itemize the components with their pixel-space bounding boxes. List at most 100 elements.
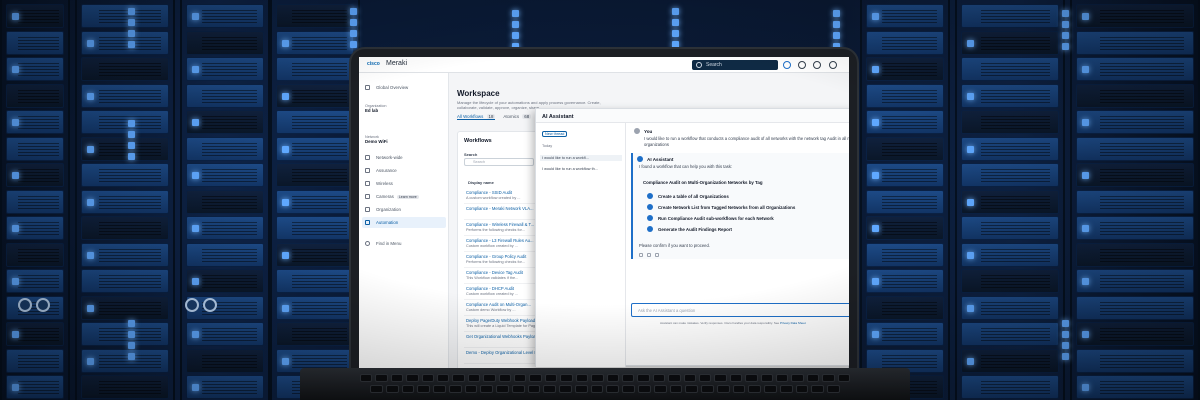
- sidebar-item-network-wide[interactable]: Network-wide: [365, 155, 403, 160]
- workflow-name[interactable]: Compliance - SSID Audit: [466, 190, 512, 195]
- rack-unit: [1076, 110, 1194, 134]
- status-led: [672, 19, 679, 26]
- bell-icon[interactable]: [813, 61, 821, 69]
- keyboard-key: [795, 385, 809, 393]
- rack-vent: [1100, 141, 1184, 156]
- keyboard-key: [483, 374, 496, 382]
- rack-vent: [882, 194, 937, 209]
- sidebar-item-organization[interactable]: Organization: [365, 207, 401, 212]
- server-rack: [180, 0, 270, 400]
- author-name: You: [644, 128, 653, 134]
- rack-vent: [882, 9, 937, 23]
- find-in-menu[interactable]: Find in Menu: [365, 241, 401, 246]
- rack-vent: [292, 115, 347, 129]
- rack-unit: [1076, 348, 1194, 373]
- workflow-name[interactable]: Compliance - L3 Firewall Rules Au...: [466, 238, 534, 243]
- status-led: [282, 39, 289, 47]
- rack-vent: [882, 115, 937, 129]
- status-led: [12, 119, 19, 126]
- status-led: [128, 353, 135, 360]
- rack-unit: [961, 110, 1059, 134]
- help-icon[interactable]: [829, 61, 837, 69]
- status-led: [12, 278, 19, 285]
- workflow-name[interactable]: Compliance - Meraki Network VLA...: [466, 206, 534, 211]
- tab-atomics[interactable]: Atomics 68: [503, 114, 532, 120]
- keyboard-key: [543, 385, 557, 393]
- status-led: [12, 66, 19, 73]
- rack-vent: [882, 168, 937, 182]
- rack-unit: [81, 136, 169, 161]
- rack-unit: [866, 242, 944, 267]
- status-led: [1082, 331, 1089, 338]
- thread-item[interactable]: I would like to run a workfl...: [540, 155, 622, 161]
- find-in-menu-label: Find in Menu: [376, 241, 402, 246]
- keyboard-key: [764, 385, 777, 393]
- ask-input[interactable]: Ask the AI Assistant a question: [631, 303, 849, 317]
- user-icon[interactable]: [798, 61, 806, 69]
- step-dot-icon: [647, 193, 653, 199]
- chat-area: You I would like to run a workflow that …: [626, 123, 849, 367]
- rack-vent: [18, 327, 59, 341]
- keyboard-key: [527, 385, 541, 393]
- rack-vent: [202, 88, 257, 103]
- keyboard-key: [716, 385, 730, 393]
- sidebar-item-assurance[interactable]: Assurance: [365, 168, 397, 173]
- workflow-name[interactable]: Compliance - Wireless Firewall & T...: [466, 222, 534, 227]
- ai-assistant-icon[interactable]: [783, 61, 791, 69]
- network-selector[interactable]: Network Demo WiFi: [365, 135, 388, 144]
- keyboard-key: [837, 374, 850, 382]
- status-led: [350, 8, 357, 15]
- organization-selector[interactable]: Organization Ed lab: [365, 104, 387, 113]
- status-led: [967, 198, 974, 206]
- sidebar-item-cameras[interactable]: Cameras Learn more: [365, 194, 419, 199]
- workflow-name[interactable]: Compliance - DHCP Audit: [466, 286, 514, 291]
- status-led: [87, 304, 94, 312]
- wifi-icon: [365, 181, 370, 186]
- rack-vent: [202, 141, 257, 156]
- rack-vent: [1100, 327, 1184, 341]
- rack-vent: [292, 274, 347, 288]
- sidebar-item-wireless[interactable]: Wireless: [365, 181, 393, 186]
- rack-vent: [292, 221, 347, 235]
- tab-all-workflows[interactable]: All Workflows 18: [457, 114, 496, 120]
- rack-vent: [202, 247, 257, 262]
- thread-item[interactable]: I would like to run a workflow th...: [540, 166, 622, 172]
- copy-icon[interactable]: [639, 253, 643, 257]
- step-label: Run Compliance Audit sub-workflows for e…: [658, 215, 774, 221]
- privacy-data-sheet-link[interactable]: Privacy Data Sheet: [780, 321, 806, 325]
- rack-unit: [961, 136, 1059, 161]
- rack-vent: [981, 221, 1051, 235]
- rack-unit: [961, 322, 1059, 346]
- learn-more-badge[interactable]: Learn more: [396, 194, 419, 199]
- status-led: [872, 172, 879, 179]
- search-icon: [365, 241, 370, 246]
- rack-unit: [6, 163, 64, 187]
- status-led: [12, 331, 19, 338]
- rack-vent: [292, 353, 347, 368]
- sidebar-item-automation[interactable]: Automation: [362, 217, 446, 228]
- keyboard-key: [448, 385, 462, 393]
- keyboard-key: [638, 385, 651, 393]
- status-led: [192, 66, 199, 73]
- thumbs-down-icon[interactable]: [655, 253, 659, 257]
- status-led: [872, 13, 879, 20]
- keyboard-key: [406, 374, 419, 382]
- workflow-name[interactable]: Compliance Audit on Multi-Organ...: [466, 302, 531, 307]
- rack-vent: [202, 380, 257, 394]
- rack-vent: [882, 62, 937, 76]
- global-search[interactable]: Search: [692, 60, 778, 70]
- rack-unit: [186, 216, 264, 240]
- workflow-name[interactable]: Compliance - Group Policy Audit: [466, 254, 526, 259]
- rack-vent: [202, 221, 257, 235]
- workflow-name[interactable]: Compliance - Device Tag Audit: [466, 270, 523, 275]
- rack-unit: [81, 4, 169, 28]
- step-dot-icon: [647, 204, 653, 210]
- workflows-search-input[interactable]: Search: [464, 158, 534, 166]
- sidebar-item-label: Network-wide: [376, 155, 403, 160]
- column-display-name[interactable]: Display name: [468, 180, 494, 185]
- keyboard-key: [669, 385, 683, 393]
- rack-unit: [186, 189, 264, 214]
- sidebar-item-global-overview[interactable]: Global Overview: [365, 85, 408, 90]
- thumbs-up-icon[interactable]: [647, 253, 651, 257]
- new-thread-button[interactable]: New thread: [542, 131, 568, 137]
